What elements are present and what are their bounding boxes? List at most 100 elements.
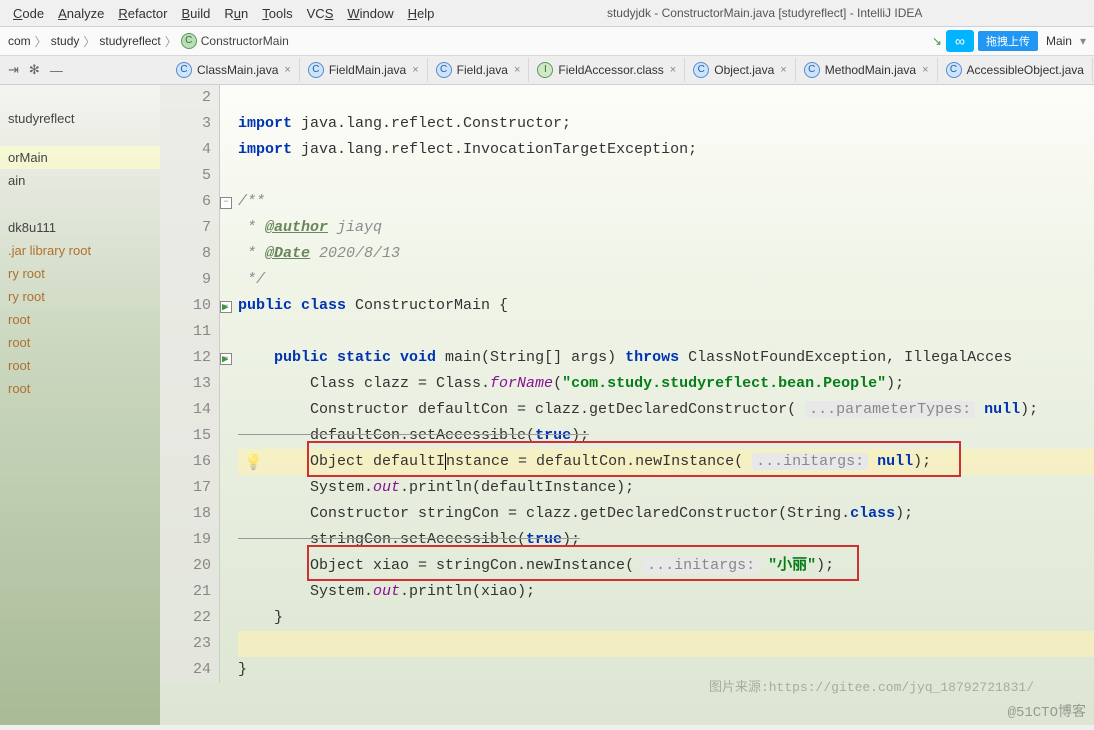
line-number: 3 bbox=[160, 111, 211, 137]
tree-item[interactable]: dk8u111 bbox=[0, 216, 160, 239]
code-line: * @author jiayq bbox=[238, 215, 1094, 241]
tree-item-library[interactable]: .jar library root bbox=[0, 239, 160, 262]
class-icon: C bbox=[946, 62, 962, 78]
line-number: 10 bbox=[160, 293, 211, 319]
watermark: @51CTO博客 bbox=[1008, 701, 1086, 721]
collapse-icon[interactable]: ⇥ bbox=[8, 62, 19, 78]
tree-item-library[interactable]: ry root bbox=[0, 262, 160, 285]
line-number: 16 bbox=[160, 449, 211, 475]
code-editor[interactable]: 23456789101112131415161718192021222324 −… bbox=[160, 85, 1094, 725]
code-line: Constructor stringCon = clazz.getDeclare… bbox=[238, 501, 1094, 527]
menu-bar: Code Analyze Refactor Build Run Tools VC… bbox=[0, 0, 1094, 27]
code-line: /** bbox=[238, 189, 1094, 215]
interface-icon: I bbox=[537, 62, 553, 78]
line-number: 9 bbox=[160, 267, 211, 293]
tab-methodmain[interactable]: CMethodMain.java× bbox=[796, 58, 938, 82]
tab-object[interactable]: CObject.java× bbox=[685, 58, 795, 82]
code-line-highlighted: Object defaultInstance = defaultCon.newI… bbox=[238, 449, 1094, 475]
menu-window[interactable]: Window bbox=[340, 4, 400, 23]
menu-build[interactable]: Build bbox=[174, 4, 217, 23]
breadcrumb-bar: com〉 study〉 studyreflect〉 C ConstructorM… bbox=[0, 27, 1094, 56]
menu-vcs[interactable]: VCS bbox=[300, 4, 341, 23]
line-number: 24 bbox=[160, 657, 211, 683]
close-icon[interactable]: × bbox=[514, 64, 520, 76]
code-line: Constructor defaultCon = clazz.getDeclar… bbox=[238, 397, 1094, 423]
dropdown-icon[interactable]: ▾ bbox=[1080, 34, 1086, 48]
project-sidebar[interactable]: studyreflect orMain ain dk8u111 .jar lib… bbox=[0, 85, 160, 725]
crumb[interactable]: study bbox=[51, 34, 80, 48]
tree-item-library[interactable]: ry root bbox=[0, 285, 160, 308]
crumb-current[interactable]: ConstructorMain bbox=[201, 34, 289, 48]
line-gutter: 23456789101112131415161718192021222324 bbox=[160, 85, 220, 683]
tree-item[interactable] bbox=[0, 138, 160, 146]
tab-fieldmain[interactable]: CFieldMain.java× bbox=[300, 58, 428, 82]
line-number: 18 bbox=[160, 501, 211, 527]
tree-item[interactable] bbox=[0, 91, 160, 99]
main-area: studyreflect orMain ain dk8u111 .jar lib… bbox=[0, 85, 1094, 725]
tree-item[interactable]: studyreflect bbox=[0, 107, 160, 130]
tree-item[interactable] bbox=[0, 208, 160, 216]
tree-item-library[interactable]: root bbox=[0, 354, 160, 377]
tree-item[interactable] bbox=[0, 130, 160, 138]
close-icon[interactable]: × bbox=[922, 64, 928, 76]
code-line: Class clazz = Class.forName("com.study.s… bbox=[238, 371, 1094, 397]
code-line: defaultCon.setAccessible(true); bbox=[238, 423, 1094, 449]
code-area[interactable]: import java.lang.reflect.Constructor; im… bbox=[238, 85, 1094, 683]
code-line: } bbox=[238, 605, 1094, 631]
tree-item[interactable] bbox=[0, 99, 160, 107]
tree-item[interactable] bbox=[0, 200, 160, 208]
close-icon[interactable]: × bbox=[670, 64, 676, 76]
tab-fieldaccessor[interactable]: IFieldAccessor.class× bbox=[529, 58, 685, 82]
tree-item-library[interactable]: root bbox=[0, 308, 160, 331]
code-line: System.out.println(xiao); bbox=[238, 579, 1094, 605]
code-line: Object xiao = stringCon.newInstance( ...… bbox=[238, 553, 1094, 579]
line-number: 5 bbox=[160, 163, 211, 189]
tabs-row: ⇥ ✻ — CClassMain.java× CFieldMain.java× … bbox=[0, 56, 1094, 85]
tree-item[interactable] bbox=[0, 192, 160, 200]
gear-icon[interactable]: ✻ bbox=[29, 62, 40, 78]
crumb[interactable]: com bbox=[8, 34, 31, 48]
line-number: 13 bbox=[160, 371, 211, 397]
back-icon[interactable]: ↘ bbox=[932, 34, 942, 48]
line-number: 21 bbox=[160, 579, 211, 605]
cloud-icon[interactable]: ∞ bbox=[946, 30, 974, 52]
minimize-icon[interactable]: — bbox=[50, 63, 63, 78]
line-number: 11 bbox=[160, 319, 211, 345]
code-line: stringCon.setAccessible(true); bbox=[238, 527, 1094, 553]
tree-item-selected[interactable]: orMain bbox=[0, 146, 160, 169]
close-icon[interactable]: × bbox=[412, 64, 418, 76]
code-line: public static void main(String[] args) t… bbox=[238, 345, 1094, 371]
class-icon: C bbox=[693, 62, 709, 78]
run-gutter-icon[interactable]: ▶ bbox=[222, 300, 229, 314]
upload-button[interactable]: 拖拽上传 bbox=[978, 31, 1038, 51]
menu-analyze[interactable]: Analyze bbox=[51, 4, 111, 23]
menu-tools[interactable]: Tools bbox=[255, 4, 299, 23]
close-icon[interactable]: × bbox=[780, 64, 786, 76]
code-line bbox=[238, 631, 1094, 657]
class-icon: C bbox=[176, 62, 192, 78]
tab-accessibleobject[interactable]: CAccessibleObject.java bbox=[938, 58, 1093, 82]
line-number: 23 bbox=[160, 631, 211, 657]
tree-item-library[interactable]: root bbox=[0, 377, 160, 400]
tab-field[interactable]: CField.java× bbox=[428, 58, 530, 82]
menu-refactor[interactable]: Refactor bbox=[111, 4, 174, 23]
config-combo[interactable]: Main bbox=[1042, 34, 1076, 48]
tree-item[interactable]: ain bbox=[0, 169, 160, 192]
menu-run[interactable]: Run bbox=[217, 4, 255, 23]
code-line: * @Date 2020/8/13 bbox=[238, 241, 1094, 267]
window-title: studyjdk - ConstructorMain.java [studyre… bbox=[441, 4, 1088, 22]
menu-help[interactable]: Help bbox=[401, 4, 442, 23]
line-number: 20 bbox=[160, 553, 211, 579]
run-gutter-icon[interactable]: ▶ bbox=[222, 352, 229, 366]
crumb[interactable]: studyreflect bbox=[99, 34, 160, 48]
fold-marker[interactable]: − bbox=[220, 197, 232, 209]
line-number: 17 bbox=[160, 475, 211, 501]
crumb-sep: 〉 bbox=[165, 33, 177, 50]
source-watermark: 图片来源:https://gitee.com/jyq_18792721831/ bbox=[709, 676, 1034, 695]
tab-classmain[interactable]: CClassMain.java× bbox=[168, 58, 300, 82]
code-line bbox=[238, 163, 1094, 189]
menu-code[interactable]: Code bbox=[6, 4, 51, 23]
tree-item-library[interactable]: root bbox=[0, 331, 160, 354]
line-number: 8 bbox=[160, 241, 211, 267]
close-icon[interactable]: × bbox=[284, 64, 290, 76]
